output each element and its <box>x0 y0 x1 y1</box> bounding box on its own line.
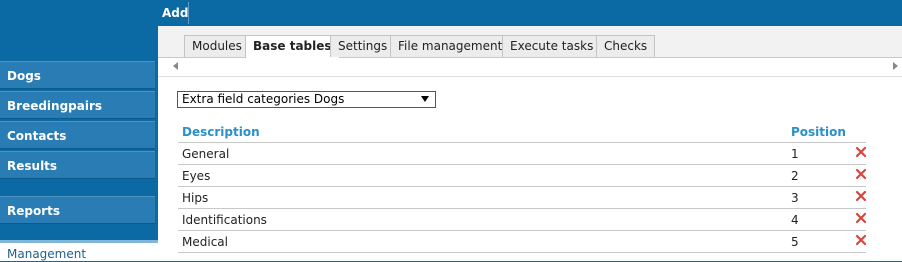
row-position: 1 <box>791 147 799 161</box>
tab-scroll-row <box>158 58 902 77</box>
row-description: Medical <box>182 235 228 249</box>
table-row: Identifications 4 <box>178 208 867 231</box>
delete-icon[interactable] <box>855 145 867 159</box>
sidebar: Dogs Breedingpairs Contacts Results Repo… <box>0 26 158 261</box>
base-table-select[interactable]: Extra field categories Dogs <box>177 91 436 108</box>
select-value: Extra field categories Dogs <box>182 92 345 106</box>
toolbar-divider <box>188 2 189 24</box>
tab-base-tables[interactable]: Base tables <box>245 35 340 58</box>
delete-icon[interactable] <box>855 233 867 247</box>
column-header-position[interactable]: Position <box>791 125 846 139</box>
row-description: Eyes <box>182 169 211 183</box>
sidebar-section-label: Management <box>7 247 87 261</box>
arrow-right-icon[interactable] <box>893 62 898 70</box>
sidebar-item-reports[interactable]: Reports <box>0 196 155 224</box>
tab-file-management[interactable]: File management <box>390 35 511 57</box>
tab-bar: Modules Base tables Settings File manage… <box>158 26 902 58</box>
row-position: 5 <box>791 235 799 249</box>
sidebar-item-results[interactable]: Results <box>0 151 155 179</box>
tab-modules[interactable]: Modules <box>184 35 250 57</box>
delete-icon[interactable] <box>855 167 867 181</box>
row-position: 2 <box>791 169 799 183</box>
sidebar-item-contacts[interactable]: Contacts <box>0 121 155 149</box>
chevron-down-icon <box>421 96 429 102</box>
arrow-left-icon[interactable] <box>173 62 178 70</box>
row-description: General <box>182 147 230 161</box>
table-row: Medical 5 <box>178 230 867 253</box>
add-button[interactable]: Add <box>162 6 188 20</box>
delete-icon[interactable] <box>855 189 867 203</box>
tab-settings[interactable]: Settings <box>330 35 396 57</box>
row-position: 3 <box>791 191 799 205</box>
row-description: Identifications <box>182 213 267 227</box>
row-position: 4 <box>791 213 799 227</box>
tab-execute-tasks[interactable]: Execute tasks <box>502 35 602 57</box>
sidebar-item-breedingpairs[interactable]: Breedingpairs <box>0 91 155 119</box>
table-row: General 1 <box>178 142 867 165</box>
table-row: Hips 3 <box>178 186 867 209</box>
column-header-description[interactable]: Description <box>182 125 260 139</box>
main-content: Modules Base tables Settings File manage… <box>158 26 902 261</box>
row-description: Hips <box>182 191 209 205</box>
sidebar-item-dogs[interactable]: Dogs <box>0 61 155 89</box>
top-bar: Add <box>0 0 902 26</box>
table-row: Eyes 2 <box>178 164 867 187</box>
delete-icon[interactable] <box>855 211 867 225</box>
sidebar-section-management[interactable]: Management <box>0 240 158 261</box>
tab-checks[interactable]: Checks <box>596 35 656 57</box>
